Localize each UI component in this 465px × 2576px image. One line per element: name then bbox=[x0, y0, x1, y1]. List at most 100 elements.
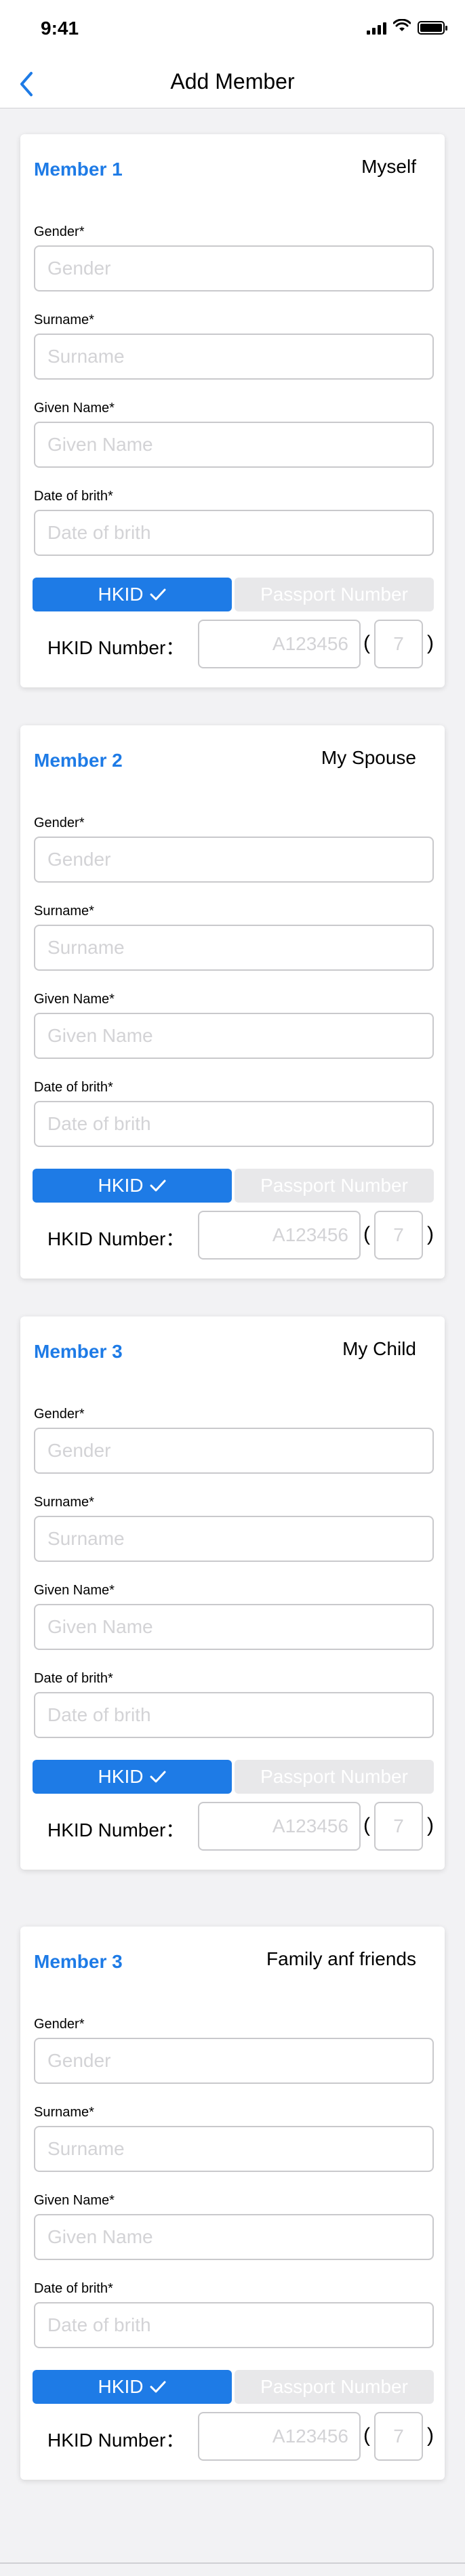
given-name-label: Given Name* bbox=[34, 1583, 115, 1598]
paren-close: ) bbox=[427, 1223, 434, 1245]
member-number: Member 2 bbox=[34, 750, 123, 771]
hkid-number-row: HKID Number： ( ) bbox=[47, 2412, 434, 2461]
member-relation: Family anf friends bbox=[266, 1948, 416, 1969]
status-bar: 9:41 bbox=[0, 0, 465, 60]
gender-label: Gender* bbox=[34, 1407, 85, 1422]
surname-input[interactable] bbox=[34, 1516, 434, 1562]
date-of-birth-field: Date of brith* bbox=[34, 1670, 434, 1738]
member-relation: Myself bbox=[361, 156, 416, 177]
member-card: Member 3 Family anf friends Gender* Surn… bbox=[20, 1927, 445, 2480]
gender-input[interactable] bbox=[34, 245, 434, 291]
hkid-number-input[interactable] bbox=[198, 620, 361, 668]
passport-option-label: Passport Number bbox=[260, 584, 408, 605]
hkid-number-row: HKID Number： ( ) bbox=[47, 620, 434, 668]
surname-field: Surname* bbox=[34, 1494, 434, 1562]
hkid-number-input[interactable] bbox=[198, 1211, 361, 1260]
surname-field: Surname* bbox=[34, 903, 434, 971]
hkid-option-button[interactable]: HKID bbox=[33, 1169, 232, 1203]
navigation-bar: Add Member bbox=[0, 60, 465, 108]
checkmark-icon bbox=[150, 588, 166, 601]
surname-label: Surname* bbox=[34, 313, 94, 327]
id-type-toggle: HKID Passport Number bbox=[33, 1169, 434, 1203]
given-name-input[interactable] bbox=[34, 2214, 434, 2260]
member-card: Member 3 My Child Gender* Surname* Given… bbox=[20, 1316, 445, 1870]
id-type-toggle: HKID Passport Number bbox=[33, 1760, 434, 1794]
bottom-divider bbox=[0, 2562, 465, 2564]
gender-field: Gender* bbox=[34, 1406, 434, 1474]
hkid-option-label: HKID bbox=[98, 1766, 144, 1787]
gender-input[interactable] bbox=[34, 837, 434, 883]
gender-field: Gender* bbox=[34, 2016, 434, 2084]
surname-field: Surname* bbox=[34, 312, 434, 380]
given-name-label: Given Name* bbox=[34, 992, 115, 1007]
hkid-option-button[interactable]: HKID bbox=[33, 1760, 232, 1794]
hkid-option-button[interactable]: HKID bbox=[33, 2370, 232, 2404]
surname-input[interactable] bbox=[34, 334, 434, 380]
id-type-toggle: HKID Passport Number bbox=[33, 578, 434, 611]
member-number: Member 1 bbox=[34, 159, 123, 180]
hkid-number-label: HKID Number： bbox=[47, 2430, 185, 2451]
given-name-label: Given Name* bbox=[34, 2193, 115, 2208]
gender-input[interactable] bbox=[34, 1428, 434, 1474]
gender-field: Gender* bbox=[34, 224, 434, 291]
member-card: Member 1 Myself Gender* Surname* Given N… bbox=[20, 134, 445, 687]
hkid-number-input[interactable] bbox=[198, 2412, 361, 2461]
hkid-number-label: HKID Number： bbox=[47, 637, 185, 658]
surname-input[interactable] bbox=[34, 925, 434, 971]
passport-option-button[interactable]: Passport Number bbox=[235, 2370, 434, 2404]
given-name-input[interactable] bbox=[34, 422, 434, 468]
date-of-birth-label: Date of brith* bbox=[34, 2281, 113, 2296]
surname-input[interactable] bbox=[34, 2126, 434, 2172]
hkid-number-label: HKID Number： bbox=[47, 1228, 185, 1249]
hkid-number-label: HKID Number： bbox=[47, 1819, 185, 1840]
signal-icon bbox=[367, 21, 386, 35]
member-relation: My Child bbox=[342, 1338, 416, 1359]
checkmark-icon bbox=[150, 2381, 166, 2393]
member-card: Member 2 My Spouse Gender* Surname* Give… bbox=[20, 725, 445, 1279]
status-icons bbox=[367, 18, 447, 36]
surname-field: Surname* bbox=[34, 2104, 434, 2172]
hkid-option-button[interactable]: HKID bbox=[33, 578, 232, 611]
passport-option-label: Passport Number bbox=[260, 1175, 408, 1196]
member-relation: My Spouse bbox=[321, 747, 416, 768]
passport-option-button[interactable]: Passport Number bbox=[235, 1169, 434, 1203]
given-name-label: Given Name* bbox=[34, 401, 115, 416]
id-type-toggle: HKID Passport Number bbox=[33, 2370, 434, 2404]
date-of-birth-input[interactable] bbox=[34, 1101, 434, 1147]
member-number: Member 3 bbox=[34, 1341, 123, 1362]
paren-close: ) bbox=[427, 2424, 434, 2447]
surname-label: Surname* bbox=[34, 2105, 94, 2120]
given-name-input[interactable] bbox=[34, 1013, 434, 1059]
paren-close: ) bbox=[427, 632, 434, 654]
date-of-birth-input[interactable] bbox=[34, 2302, 434, 2348]
surname-label: Surname* bbox=[34, 1495, 94, 1510]
hkid-check-digit-input[interactable] bbox=[374, 1211, 423, 1260]
checkmark-icon bbox=[150, 1180, 166, 1192]
hkid-check-digit-input[interactable] bbox=[374, 2412, 423, 2461]
passport-option-label: Passport Number bbox=[260, 2376, 408, 2397]
date-of-birth-field: Date of brith* bbox=[34, 1079, 434, 1147]
gender-label: Gender* bbox=[34, 816, 85, 830]
hkid-check-digit-input[interactable] bbox=[374, 1802, 423, 1851]
hkid-number-row: HKID Number： ( ) bbox=[47, 1211, 434, 1260]
hkid-option-label: HKID bbox=[98, 2376, 144, 2397]
passport-option-button[interactable]: Passport Number bbox=[235, 1760, 434, 1794]
date-of-birth-label: Date of brith* bbox=[34, 489, 113, 504]
hkid-number-input[interactable] bbox=[198, 1802, 361, 1851]
given-name-input[interactable] bbox=[34, 1604, 434, 1650]
date-of-birth-label: Date of brith* bbox=[34, 1080, 113, 1095]
page-title: Add Member bbox=[170, 69, 295, 94]
paren-open: ( bbox=[363, 632, 370, 654]
checkmark-icon bbox=[150, 1771, 166, 1783]
status-time: 9:41 bbox=[41, 18, 79, 39]
gender-input[interactable] bbox=[34, 2038, 434, 2084]
passport-option-button[interactable]: Passport Number bbox=[235, 578, 434, 611]
date-of-birth-input[interactable] bbox=[34, 510, 434, 556]
date-of-birth-input[interactable] bbox=[34, 1692, 434, 1738]
gender-field: Gender* bbox=[34, 815, 434, 883]
paren-open: ( bbox=[363, 1223, 370, 1245]
hkid-option-label: HKID bbox=[98, 584, 144, 605]
surname-label: Surname* bbox=[34, 904, 94, 919]
paren-open: ( bbox=[363, 1814, 370, 1836]
hkid-check-digit-input[interactable] bbox=[374, 620, 423, 668]
